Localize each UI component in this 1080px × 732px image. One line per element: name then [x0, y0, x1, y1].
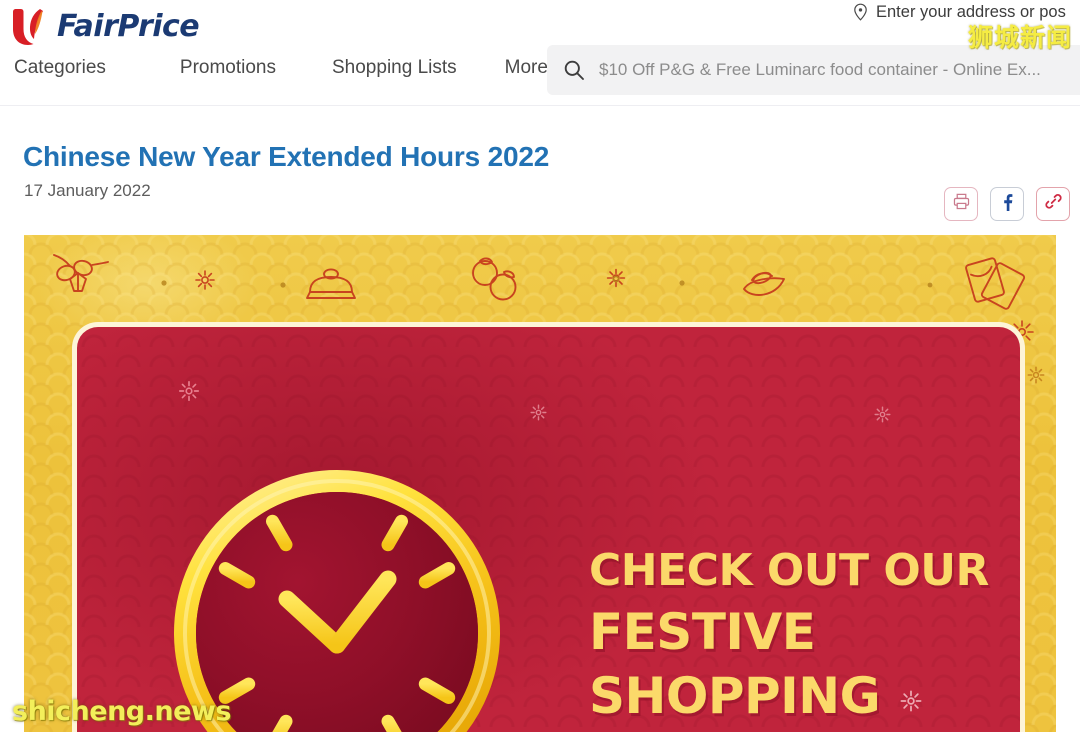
site-watermark: shicheng.news	[12, 696, 231, 727]
headline-line-3: SHOPPING	[589, 667, 881, 725]
main-nav: Categories Promotions Shopping Lists Mor…	[14, 58, 548, 77]
facebook-icon	[997, 192, 1017, 217]
article-date: 17 January 2022	[24, 181, 151, 200]
nav-item-shopping-lists[interactable]: Shopping Lists	[332, 58, 457, 77]
printer-icon	[952, 192, 971, 216]
festive-hours-banner: CHECK OUT OUR FESTIVE SHOPPING HOURS	[24, 235, 1056, 732]
fairprice-logo-text: FairPrice	[57, 9, 200, 44]
gold-clock-illustration	[174, 470, 500, 732]
nav-item-promotions[interactable]: Promotions	[180, 58, 276, 77]
search-input[interactable]	[599, 58, 1080, 82]
site-header: FairPrice Enter your address or pos Cate…	[0, 0, 1080, 106]
chinese-watermark: 狮城新闻	[967, 23, 1072, 52]
share-buttons	[944, 187, 1070, 221]
facebook-share-button[interactable]	[990, 187, 1024, 221]
search-icon	[563, 59, 585, 81]
headline-line-2: FESTIVE	[589, 603, 816, 661]
print-button[interactable]	[944, 187, 978, 221]
link-chain-icon	[1044, 192, 1063, 216]
copy-link-button[interactable]	[1036, 187, 1070, 221]
headline-line-1: CHECK OUT OUR	[589, 545, 989, 596]
fairprice-logo[interactable]: FairPrice	[10, 6, 210, 48]
page-title: Chinese New Year Extended Hours 2022	[23, 140, 550, 172]
fairprice-swoosh-logo-icon	[10, 7, 56, 47]
page-root: FairPrice Enter your address or pos Cate…	[0, 0, 1080, 732]
nav-item-categories[interactable]: Categories	[14, 58, 106, 77]
nav-item-more[interactable]: More	[505, 58, 548, 77]
location-pin-icon	[852, 3, 869, 21]
banner-red-panel: CHECK OUT OUR FESTIVE SHOPPING HOURS	[72, 322, 1025, 732]
banner-headline: CHECK OUT OUR FESTIVE SHOPPING HOURS	[589, 542, 1020, 732]
headline-line-4: HOURS	[589, 728, 1020, 732]
